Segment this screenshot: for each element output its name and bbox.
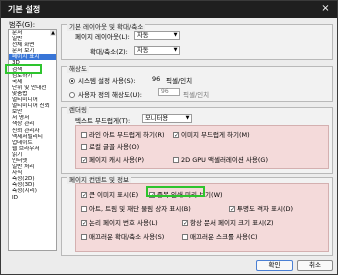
chevron-down-icon: ▼	[185, 115, 190, 121]
custom-resolution-unit: 픽셀/인치	[183, 91, 210, 99]
smooth-text-label: 텍스트 부드럽게(T):	[75, 117, 131, 125]
checkbox-icon[interactable]	[81, 132, 87, 138]
page-layout-value: 자동	[137, 32, 149, 39]
smooth-line-art-checkbox[interactable]: 라인 아트 부드럽게 하기(R)	[81, 129, 165, 139]
option-label: 투명도 격자 표시(D)	[237, 205, 294, 213]
close-icon[interactable]: ×	[319, 3, 332, 15]
smooth-scroll-checkbox[interactable]: 매끄러운 스크롤 사용(C)	[182, 231, 258, 241]
checkbox-checked-icon[interactable]	[81, 192, 87, 198]
category-list[interactable]: ▲ 문서 일반 전체 화면 문서 보기 페이지 표시 3D 검색 검토하기 국제 단위 및 안내선…	[8, 29, 57, 251]
zoom-label: 확대/축소(Z):	[90, 48, 128, 56]
page-cache-checkbox[interactable]: 페이지 캐시 사용(P)	[81, 154, 144, 164]
rendering-panel: 렌더링 텍스트 부드럽게(T): 모니터용 ▼ 라인 아트 부드럽게 하기(R)…	[61, 104, 333, 174]
radio-selected-icon[interactable]	[69, 78, 75, 84]
custom-resolution-option[interactable]: 사용자 정의 해상도(U):	[69, 89, 142, 99]
resolution-title: 해상도	[67, 63, 89, 73]
option-label: 2D GPU 액셀러레이션 사용(G)	[181, 156, 269, 164]
checkbox-checked-icon[interactable]	[81, 157, 87, 163]
transparency-grid-checkbox[interactable]: 투명도 격자 표시(D)	[229, 203, 293, 213]
system-resolution-label: 시스템 설정 사용(S):	[78, 77, 136, 85]
smooth-text-value: 모니터용	[145, 115, 169, 122]
system-resolution-option[interactable]: 시스템 설정 사용(S):	[69, 75, 135, 85]
option-label: 이미지 부드럽게 하기(M)	[181, 131, 250, 139]
page-layout-select[interactable]: 자동 ▼	[134, 31, 180, 40]
smooth-zoom-checkbox[interactable]: 매끄러운 확대/축소 사용(S)	[81, 231, 164, 241]
chevron-down-icon: ▼	[173, 32, 178, 38]
window-title: 기본 설정	[8, 5, 41, 14]
layout-zoom-title: 기본 레이아웃 및 확대/축소	[67, 21, 146, 31]
preferences-dialog: 기본 설정 × 범주(G): ▲ 문서 일반 전체 화면 문서 보기 페이지 표시 3D 검…	[0, 0, 338, 275]
checkbox-checked-icon[interactable]	[229, 206, 235, 212]
zoom-value: 자동	[137, 47, 149, 54]
gpu-acceleration-checkbox[interactable]: 2D GPU 액셀러레이션 사용(G)	[173, 154, 268, 164]
checkbox-icon[interactable]	[173, 157, 179, 163]
option-label: 항상 문서 페이지 크기 표시(Z)	[190, 219, 274, 227]
checkbox-icon[interactable]	[81, 206, 87, 212]
category-item[interactable]: ID	[9, 195, 56, 201]
page-layout-label: 페이지 레이아웃(L):	[75, 33, 130, 41]
checkbox-checked-icon[interactable]	[173, 132, 179, 138]
art-trim-bleed-checkbox[interactable]: 아트, 트림 및 재단 물림 상자 표시(B)	[81, 203, 191, 213]
content-info-panel: 페이지 컨텐트 및 정보 큰 이미지 표시(E) 중복 인쇄 미리 보기(W) …	[61, 174, 333, 256]
title-bar: 기본 설정 ×	[1, 1, 337, 18]
logical-page-numbers-checkbox[interactable]: 논리 페이지 번호 사용(L)	[81, 217, 158, 227]
custom-resolution-input[interactable]: 96	[158, 88, 180, 96]
smooth-text-select[interactable]: 모니터용 ▼	[142, 114, 192, 123]
rendering-title: 렌더링	[67, 104, 89, 114]
document-page-size-checkbox[interactable]: 항상 문서 페이지 크기 표시(Z)	[182, 217, 274, 227]
rendering-options-area: 라인 아트 부드럽게 하기(R) 이미지 부드럽게 하기(M) 로컬 글꼴 사용…	[75, 125, 329, 169]
custom-resolution-label: 사용자 정의 해상도(U):	[78, 91, 142, 99]
checkbox-icon[interactable]	[81, 144, 87, 150]
layout-zoom-panel: 기본 레이아웃 및 확대/축소 페이지 레이아웃(L): 자동 ▼ 확대/축소(…	[61, 21, 333, 60]
ok-button[interactable]: 확인	[256, 260, 293, 271]
large-images-checkbox[interactable]: 큰 이미지 표시(E)	[81, 189, 138, 199]
system-resolution-unit: 픽셀/인치	[166, 77, 193, 85]
checkbox-icon[interactable]	[182, 234, 188, 240]
overprint-preview-highlight	[146, 186, 205, 197]
option-label: 아트, 트림 및 재단 물림 상자 표시(B)	[89, 205, 191, 213]
selected-category-highlight	[5, 64, 42, 74]
option-label: 라인 아트 부드럽게 하기(R)	[89, 131, 165, 139]
checkbox-icon[interactable]	[81, 234, 87, 240]
option-label: 논리 페이지 번호 사용(L)	[89, 219, 158, 227]
chevron-down-icon: ▼	[173, 47, 178, 53]
option-label: 매끄러운 확대/축소 사용(S)	[89, 233, 165, 241]
system-resolution-value: 96	[152, 75, 161, 83]
local-fonts-checkbox[interactable]: 로컬 글꼴 사용(O)	[81, 141, 139, 151]
option-label: 매끄러운 스크롤 사용(C)	[190, 233, 258, 241]
resolution-panel: 해상도 시스템 설정 사용(S): 96 픽셀/인치 사용자 정의 해상도(U)…	[61, 63, 333, 102]
smooth-images-checkbox[interactable]: 이미지 부드럽게 하기(M)	[173, 129, 250, 139]
scroll-up-icon[interactable]: ▲	[50, 30, 56, 36]
option-label: 큰 이미지 표시(E)	[89, 191, 139, 199]
checkbox-checked-icon[interactable]	[182, 220, 188, 226]
checkbox-checked-icon[interactable]	[81, 220, 87, 226]
option-label: 로컬 글꼴 사용(O)	[89, 143, 140, 151]
zoom-select[interactable]: 자동 ▼	[134, 46, 180, 55]
cancel-button[interactable]: 취소	[297, 260, 333, 271]
option-label: 페이지 캐시 사용(P)	[89, 156, 144, 164]
radio-empty-icon[interactable]	[69, 92, 75, 98]
content-options-area: 큰 이미지 표시(E) 중복 인쇄 미리 보기(W) 아트, 트림 및 재단 물…	[75, 183, 329, 252]
